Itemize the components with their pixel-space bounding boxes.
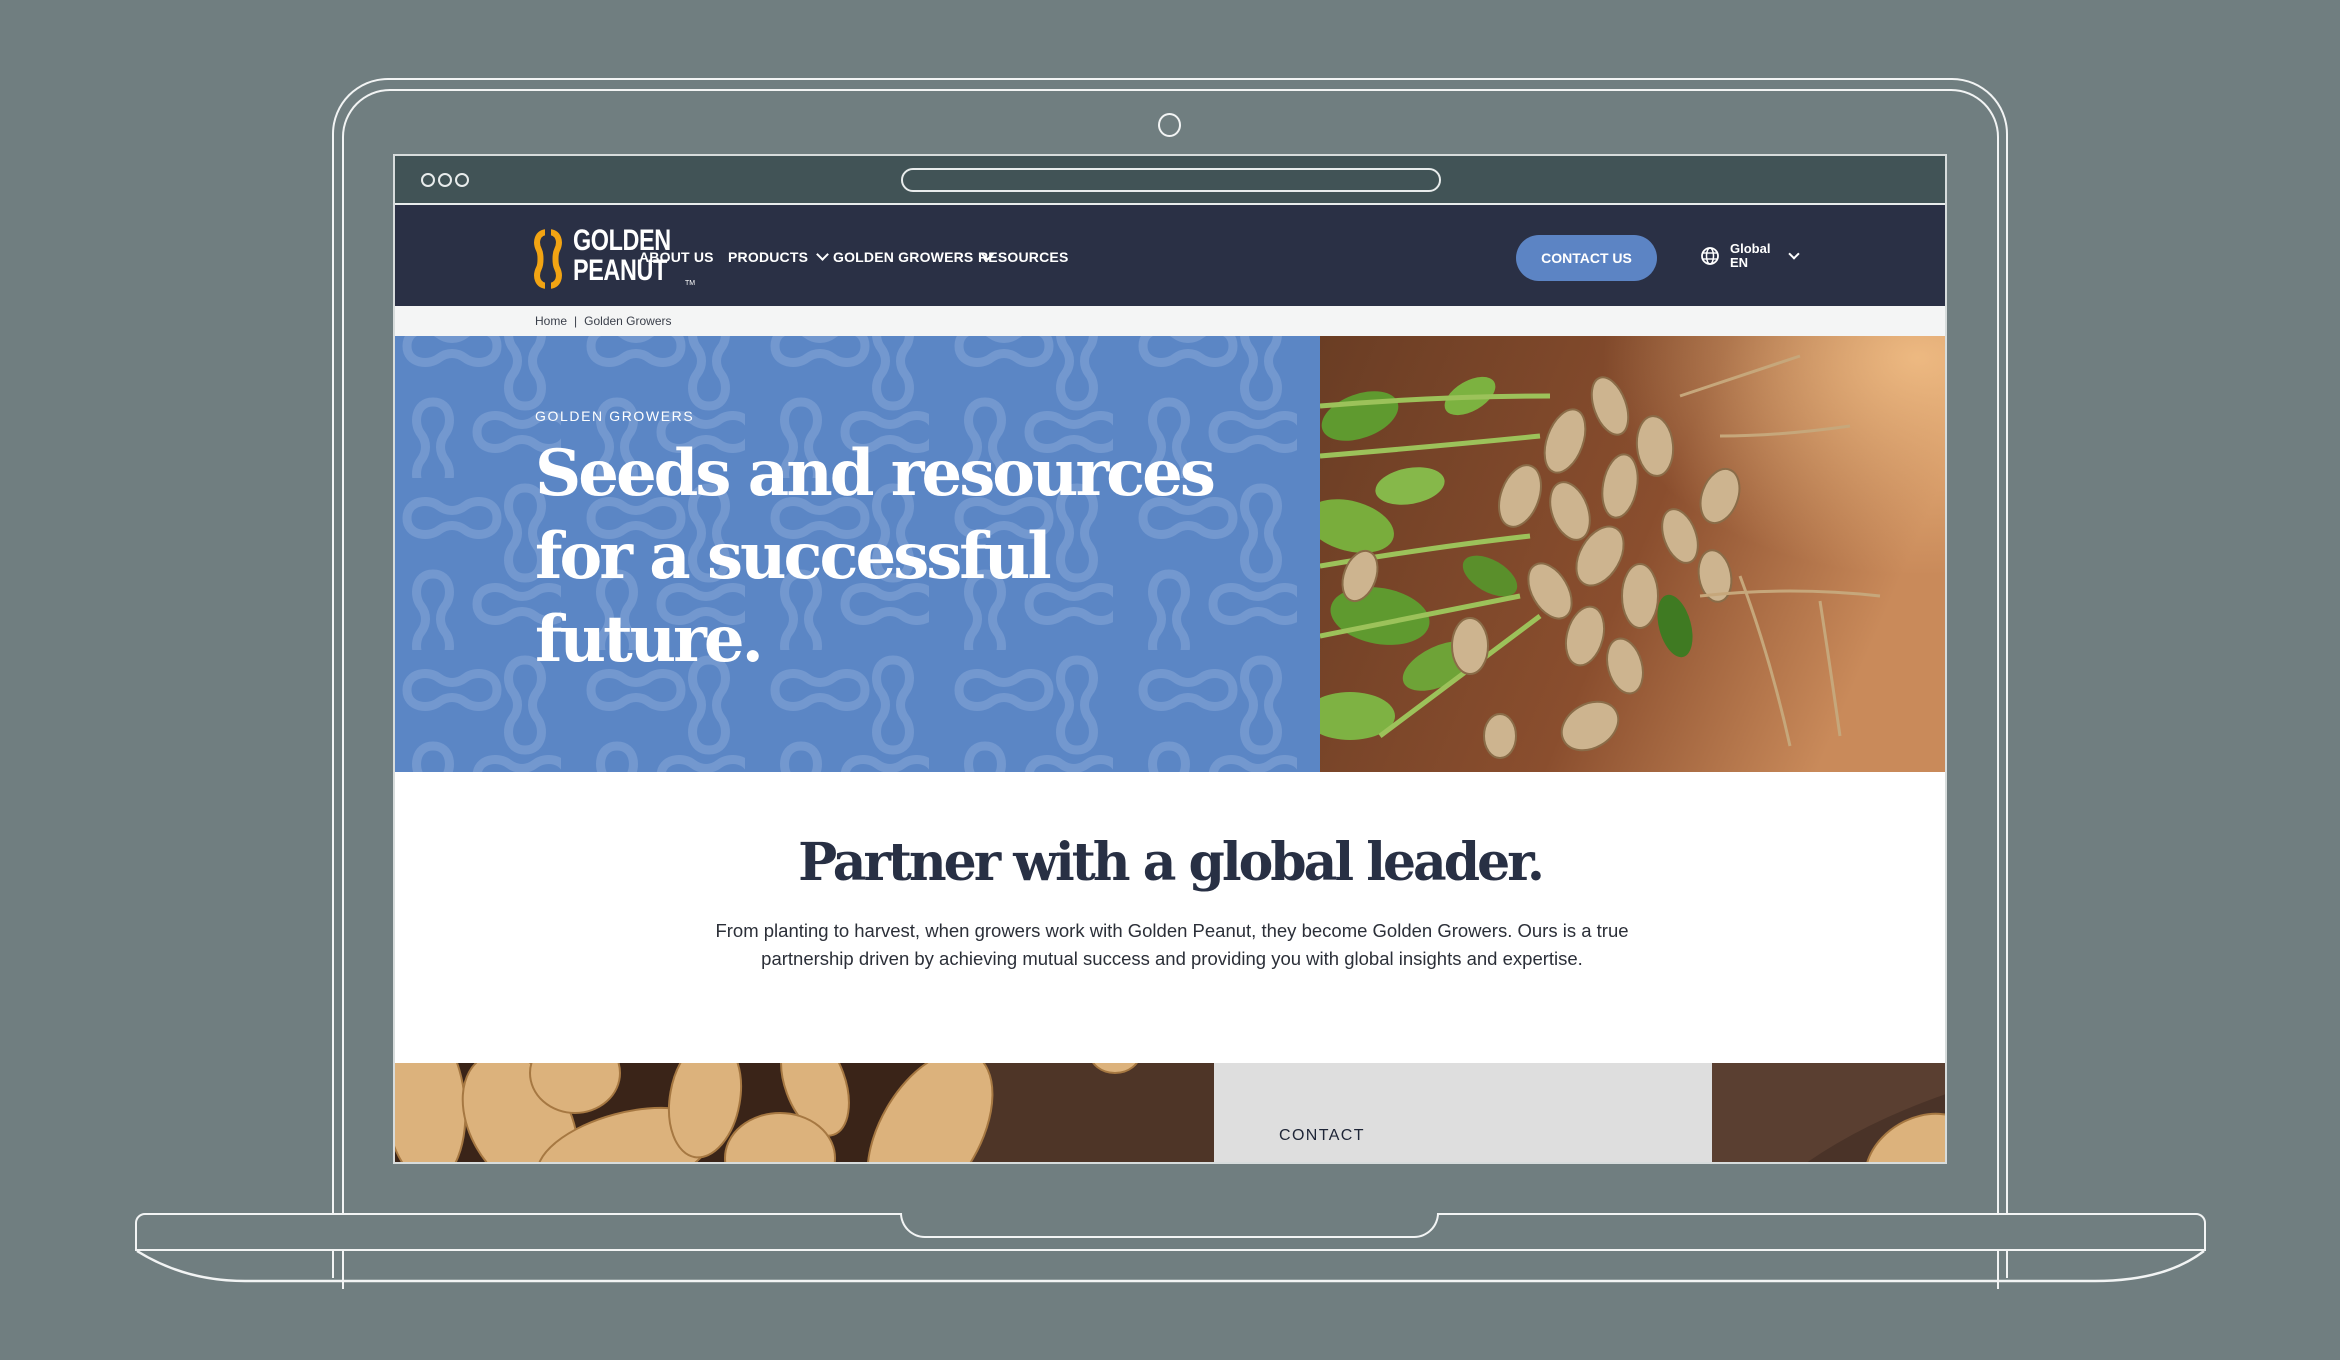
nav-label: RESOURCES: [978, 249, 1069, 265]
partner-description: From planting to harvest, when growers w…: [715, 920, 1629, 969]
hero-image-peanut-harvest: [1320, 336, 1945, 772]
nav-label: GOLDEN GROWERS: [833, 249, 974, 265]
webcam-icon: [1158, 113, 1181, 137]
laptop-notch: [900, 1213, 1439, 1238]
burlap-photo: [1712, 1063, 1945, 1162]
peanuts-closeup-image: [395, 1063, 1214, 1162]
peanuts-photo: [395, 1063, 1214, 1162]
window-maximize-control[interactable]: [455, 173, 469, 187]
nav-label: ABOUT US: [639, 249, 714, 265]
contact-card-label[interactable]: CONTACT: [1279, 1127, 1365, 1145]
contact-card: CONTACT: [1214, 1063, 1712, 1162]
nav-about-us[interactable]: ABOUT US: [639, 249, 714, 265]
partner-section: Partner with a global leader. From plant…: [395, 772, 1945, 1063]
chevron-down-icon: [816, 248, 830, 261]
partner-title: Partner with a global leader.: [798, 832, 1545, 893]
language-label: Global EN: [1730, 242, 1770, 270]
browser-toolbar: [395, 156, 1945, 205]
breadcrumb: Home | Golden Growers: [395, 306, 1945, 336]
language-region: Global: [1730, 241, 1771, 256]
chevron-down-icon: [1788, 247, 1801, 260]
window-close-control[interactable]: [421, 173, 435, 187]
address-bar[interactable]: [901, 168, 1441, 192]
hero-eyebrow: GOLDEN GROWERS: [535, 408, 695, 424]
nav-products[interactable]: PRODUCTS: [728, 248, 830, 265]
globe-icon: [1701, 247, 1719, 265]
content-strip: CONTACT: [395, 1063, 1945, 1162]
peanut-logo-icon: [534, 228, 562, 290]
hero-panel: GOLDEN GROWERS Seeds and resources for a…: [395, 336, 1320, 772]
browser-window: GOLDEN PEANUT TM ABOUT US PRODUCTS GOLDE…: [393, 154, 1947, 1164]
language-selector[interactable]: Global EN: [1700, 242, 1801, 270]
language-code: EN: [1730, 255, 1749, 270]
breadcrumb-home[interactable]: Home: [535, 314, 567, 328]
nav-resources[interactable]: RESOURCES: [978, 249, 1068, 265]
hero-title: Seeds and resources for a successful fut…: [535, 436, 1216, 677]
peanut-burlap-image: [1712, 1063, 1945, 1162]
window-minimize-control[interactable]: [438, 173, 452, 187]
breadcrumb-current: Golden Growers: [584, 314, 672, 328]
laptop-base-lower: [136, 1249, 2205, 1283]
nav-label: PRODUCTS: [728, 249, 809, 265]
trademark-mark: TM: [685, 280, 696, 287]
peanut-plant-photo: [1320, 336, 1945, 772]
nav-golden-growers[interactable]: GOLDEN GROWERS: [833, 248, 995, 265]
site-header: GOLDEN PEANUT TM ABOUT US PRODUCTS GOLDE…: [395, 205, 1945, 306]
contact-us-button[interactable]: CONTACT US: [1516, 235, 1657, 281]
breadcrumb-separator: |: [574, 314, 578, 328]
